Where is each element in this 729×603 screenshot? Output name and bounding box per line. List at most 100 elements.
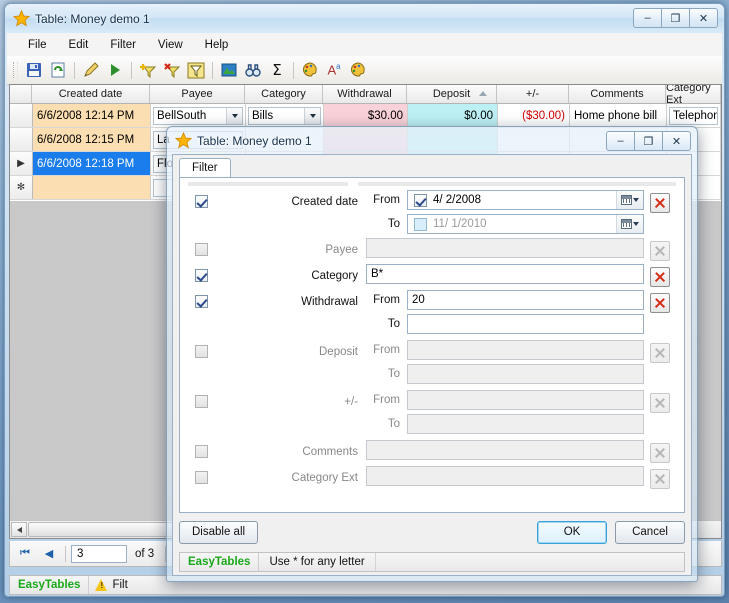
deposit-from-input[interactable] [407, 340, 644, 360]
remove-filter-icon[interactable] [161, 59, 183, 81]
deposit-fields: From To [366, 340, 644, 388]
table-row[interactable]: 6/6/2008 12:14 PM BellSouth Bills $30.00… [10, 104, 721, 128]
withdrawal-to-input[interactable] [407, 314, 644, 334]
comments-input[interactable] [366, 440, 644, 460]
new-row-marker[interactable]: ✻ [10, 176, 33, 199]
category-combobox[interactable]: Bills [248, 106, 321, 125]
row-marker[interactable]: ▶ [10, 152, 33, 175]
scroll-left-button[interactable] [11, 522, 27, 537]
category-clear-button[interactable] [650, 267, 670, 287]
payee-clear-button[interactable] [650, 241, 670, 261]
withdrawal-from-input[interactable]: 20 [407, 290, 644, 310]
created-date-clear-button[interactable] [650, 193, 670, 213]
picture-icon[interactable] [218, 59, 240, 81]
calendar-dropdown-icon[interactable] [616, 215, 643, 233]
tab-filter[interactable]: Filter [179, 158, 231, 177]
cancel-button[interactable]: Cancel [615, 520, 685, 544]
category-ext-clear-button[interactable] [650, 469, 670, 489]
column-header-plusminus[interactable]: +/- [497, 85, 569, 103]
column-header-deposit[interactable]: Deposit [407, 85, 497, 103]
save-icon[interactable] [23, 59, 45, 81]
category-enable-checkbox[interactable] [194, 269, 208, 282]
category-input[interactable]: B* [366, 264, 644, 284]
find-binoculars-icon[interactable] [242, 59, 264, 81]
withdrawal-clear-button[interactable] [650, 293, 670, 313]
filter-funnel-icon[interactable] [185, 59, 207, 81]
cell-withdrawal[interactable]: $30.00 [324, 104, 408, 127]
created-date-from-checkbox[interactable] [414, 193, 427, 207]
menu-filter[interactable]: Filter [99, 36, 147, 54]
palette-icon[interactable] [299, 59, 321, 81]
deposit-clear-button[interactable] [650, 343, 670, 363]
deposit-to-input[interactable] [407, 364, 644, 384]
cell-deposit[interactable]: $0.00 [408, 104, 498, 127]
category-ext-enable-checkbox[interactable] [194, 471, 208, 484]
column-header-created-date[interactable]: Created date [32, 85, 150, 103]
category-ext-combobox[interactable]: Telephon [669, 106, 718, 125]
close-button[interactable]: ✕ [689, 8, 718, 28]
column-header-payee[interactable]: Payee [150, 85, 245, 103]
ok-button[interactable]: OK [537, 520, 607, 544]
menu-help[interactable]: Help [194, 36, 240, 54]
created-date-from-value: 4/ 2/2008 [433, 194, 481, 206]
font-icon[interactable]: Aa [323, 59, 345, 81]
menu-view[interactable]: View [147, 36, 194, 54]
dialog-minimize-button[interactable]: – [606, 131, 635, 151]
column-header-category-ext[interactable]: Category Ext [666, 85, 721, 106]
palette2-icon[interactable] [347, 59, 369, 81]
current-record-input[interactable]: 3 [71, 544, 127, 563]
comments-clear-button[interactable] [650, 443, 670, 463]
plusminus-enable-checkbox[interactable] [194, 395, 208, 408]
calendar-dropdown-icon[interactable] [616, 191, 643, 209]
main-window-titlebar[interactable]: Table: Money demo 1 – ❐ ✕ [5, 4, 724, 33]
toolbar-grip[interactable] [13, 62, 18, 78]
sum-sigma-icon[interactable]: Σ [266, 59, 288, 81]
cell-category-ext[interactable]: Telephon [667, 104, 721, 127]
cell-created-date[interactable]: 6/6/2008 12:15 PM [33, 128, 151, 151]
column-header-withdrawal[interactable]: Withdrawal [323, 85, 407, 103]
menu-file[interactable]: File [17, 36, 58, 54]
column-header-comments[interactable]: Comments [569, 85, 666, 103]
dialog-brand-label: EasyTables [180, 553, 260, 571]
payee-combobox[interactable]: BellSouth [153, 106, 243, 125]
chevron-down-icon[interactable] [304, 107, 320, 124]
deposit-enable-checkbox[interactable] [194, 345, 208, 358]
minimize-button[interactable]: – [633, 8, 662, 28]
cell-created-date[interactable]: 6/6/2008 12:14 PM [33, 104, 151, 127]
comments-enable-checkbox[interactable] [194, 445, 208, 458]
created-date-to-checkbox[interactable] [414, 217, 427, 231]
plusminus-from-input[interactable] [407, 390, 644, 410]
dialog-close-button[interactable]: ✕ [662, 131, 691, 151]
cell-comments[interactable]: Home phone bill [570, 104, 667, 127]
menu-edit[interactable]: Edit [58, 36, 100, 54]
cell-category[interactable]: Bills [246, 104, 324, 127]
withdrawal-enable-checkbox[interactable] [194, 295, 208, 308]
row-marker[interactable] [10, 104, 33, 127]
run-play-icon[interactable] [104, 59, 126, 81]
previous-record-button[interactable]: ◀ [38, 544, 60, 564]
plusminus-clear-button[interactable] [650, 393, 670, 413]
payee-enable-checkbox[interactable] [194, 243, 208, 256]
row-marker[interactable] [10, 128, 33, 151]
disable-all-button[interactable]: Disable all [179, 520, 259, 544]
cell-created-date[interactable] [33, 176, 151, 199]
created-date-to-input[interactable]: 11/ 1/2010 [407, 214, 644, 234]
edit-pencil-icon[interactable] [80, 59, 102, 81]
dialog-titlebar[interactable]: Table: Money demo 1 – ❐ ✕ [167, 127, 697, 154]
cell-payee[interactable]: BellSouth [151, 104, 246, 127]
cell-created-date[interactable]: 6/6/2008 12:18 PM [33, 152, 151, 175]
plusminus-to-input[interactable] [407, 414, 644, 434]
payee-input[interactable] [366, 238, 644, 258]
category-ext-input[interactable] [366, 466, 644, 486]
dialog-maximize-button[interactable]: ❐ [634, 131, 663, 151]
dialog-window-controls: – ❐ ✕ [606, 131, 691, 151]
maximize-button[interactable]: ❐ [661, 8, 690, 28]
refresh-icon[interactable] [47, 59, 69, 81]
created-date-enable-checkbox[interactable] [194, 195, 208, 208]
column-header-category[interactable]: Category [245, 85, 323, 103]
created-date-from-input[interactable]: 4/ 2/2008 [407, 190, 644, 210]
cell-plusminus[interactable]: ($30.00) [498, 104, 570, 127]
add-filter-icon[interactable] [137, 59, 159, 81]
chevron-down-icon[interactable] [226, 107, 242, 124]
first-record-button[interactable]: ⏮ [14, 544, 36, 564]
